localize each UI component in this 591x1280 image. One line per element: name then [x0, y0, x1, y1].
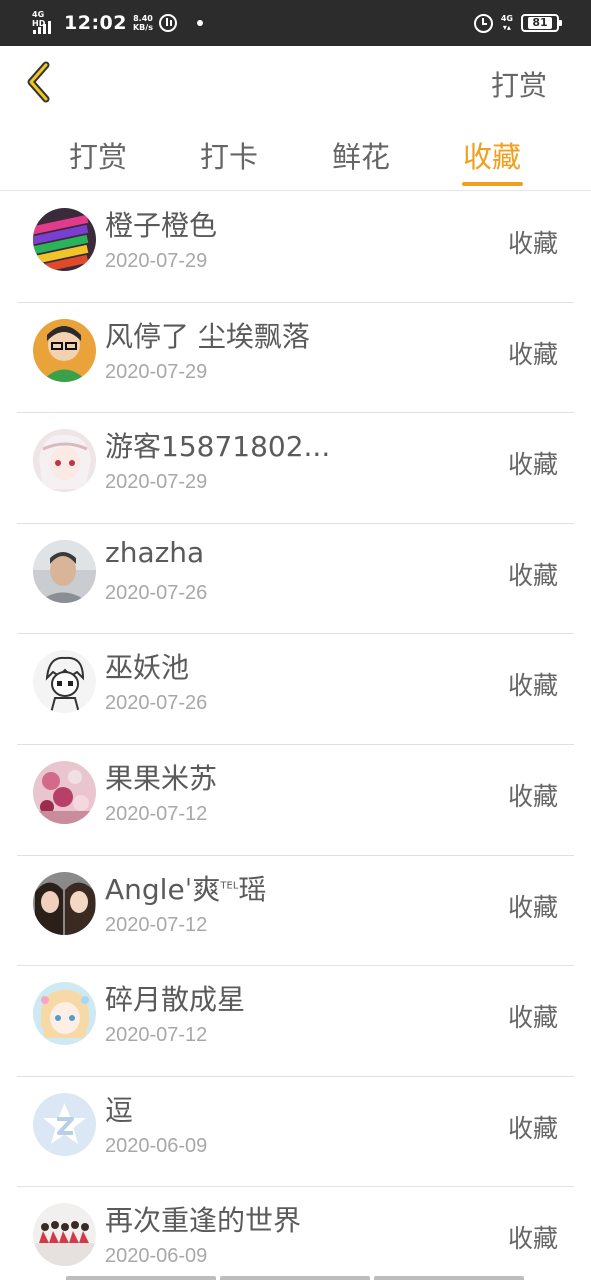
anime-girl-avatar: [33, 429, 96, 493]
default-star-avatar: [33, 1092, 96, 1156]
network-speed: 8.40 KB/s: [133, 14, 153, 32]
tab-reward[interactable]: 打赏: [58, 134, 138, 176]
battery-level: 81: [528, 17, 552, 29]
list-item[interactable]: zhazha 2020-07-26 收藏: [17, 524, 574, 635]
list-item[interactable]: 橙子橙色 2020-07-29 收藏: [17, 192, 574, 303]
list-item[interactable]: 再次重逢的世界 2020-06-09 收藏: [17, 1187, 574, 1280]
avatar: [33, 1203, 96, 1267]
speed-value: 8.40: [133, 14, 153, 23]
chevron-left-icon: [27, 61, 50, 103]
user-name: 橙子橙色: [105, 209, 218, 242]
action-date: 2020-07-29: [105, 360, 208, 383]
user-name: 果果米苏: [105, 761, 218, 795]
action-date: 2020-06-09: [105, 1245, 208, 1268]
avatar: [33, 1092, 96, 1156]
favorites-list: 橙子橙色 2020-07-29 收藏 风停了 尘埃飘落 2020-07-29 收…: [0, 192, 591, 1280]
network2-label: 4G: [500, 14, 513, 23]
action-type: 收藏: [507, 1003, 558, 1033]
data-saver-icon: [158, 14, 177, 32]
user-name: 游客15871802...: [105, 430, 331, 464]
user-name: 逗: [105, 1093, 134, 1127]
action-date: 2020-06-09: [105, 1134, 208, 1157]
network-secondary: 4G ▾▴: [500, 14, 513, 32]
avatar: [33, 208, 96, 271]
action-date: 2020-07-12: [105, 1024, 208, 1047]
list-item[interactable]: 果果米苏 2020-07-12 收藏: [17, 745, 574, 856]
avatar: [33, 871, 96, 935]
tab-favorites[interactable]: 收藏: [452, 134, 532, 176]
avatar: [33, 650, 96, 714]
action-type: 收藏: [507, 560, 558, 590]
action-type: 收藏: [507, 671, 558, 701]
list-item[interactable]: 游客15871802... 2020-07-29 收藏: [17, 413, 574, 524]
active-tab-indicator: [462, 182, 523, 186]
action-type: 收藏: [507, 781, 558, 811]
user-name-text: Angleˈ爽: [105, 872, 221, 906]
avatar: [33, 982, 96, 1046]
action-date: 2020-07-29: [105, 471, 208, 494]
avatar: [33, 318, 96, 382]
action-date: 2020-07-12: [105, 802, 208, 825]
anime-pastel-avatar: [33, 982, 96, 1046]
user-name: zhazha: [105, 535, 205, 569]
notification-dot-icon: [196, 20, 203, 26]
speed-unit: KB/s: [132, 23, 153, 32]
user-name: 风停了 尘埃飘落: [105, 319, 310, 353]
tab-bar: 打赏 打卡 鲜花 收藏: [0, 118, 591, 191]
boy-glasses-avatar: [33, 318, 96, 382]
user-name: Angleˈ爽TEL瑶: [105, 868, 266, 908]
action-date: 2020-07-26: [105, 692, 208, 715]
action-type: 收藏: [507, 229, 558, 258]
action-date: 2020-07-29: [105, 250, 208, 272]
avatar: [33, 760, 96, 824]
list-item[interactable]: 碎月散成星 2020-07-12 收藏: [17, 966, 574, 1077]
status-bar: 4G HD 12:02 8.40 KB/s 4G ▾▴ 81: [0, 0, 591, 46]
user-name: 碎月散成星: [105, 983, 246, 1017]
action-date: 2020-07-12: [105, 913, 208, 936]
back-button[interactable]: [18, 58, 62, 106]
avatar: [33, 539, 96, 603]
tab-checkin[interactable]: 打卡: [189, 134, 269, 176]
colored-crayons-avatar: [33, 208, 96, 271]
user-name-sup: TEL: [220, 880, 239, 892]
list-item[interactable]: 逗 2020-06-09 收藏: [17, 1077, 574, 1188]
avatar: [33, 429, 96, 493]
action-type: 收藏: [507, 450, 558, 480]
tab-flowers[interactable]: 鲜花: [321, 134, 401, 176]
action-type: 收藏: [507, 892, 558, 922]
navigation-gesture-bar: [66, 1276, 524, 1280]
user-name: 巫妖池: [105, 651, 190, 685]
user-name: 再次重逢的世界: [105, 1204, 302, 1238]
man-photo-avatar: [33, 539, 96, 603]
list-item[interactable]: 巫妖池 2020-07-26 收藏: [17, 634, 574, 745]
group-photo-avatar: [33, 1203, 96, 1267]
action-type: 收藏: [507, 1113, 558, 1143]
action-type: 收藏: [507, 1224, 558, 1254]
user-name-tail: 瑶: [238, 872, 267, 906]
status-time: 12:02: [64, 12, 127, 34]
list-item[interactable]: 风停了 尘埃飘落 2020-07-29 收藏: [17, 303, 574, 414]
top-app-bar: 打赏: [0, 46, 591, 118]
action-type: 收藏: [507, 339, 558, 369]
action-date: 2020-07-26: [105, 581, 208, 604]
battery-icon: 81: [521, 14, 562, 32]
sketch-character-avatar: [33, 650, 96, 714]
list-item[interactable]: Angleˈ爽TEL瑶 2020-07-12 收藏: [17, 856, 574, 967]
reward-button[interactable]: 打赏: [491, 64, 547, 104]
alarm-icon: [473, 13, 493, 33]
signal-icon: 4G HD: [32, 10, 58, 36]
pink-flowers-avatar: [33, 760, 96, 824]
two-girls-avatar: [33, 871, 96, 935]
